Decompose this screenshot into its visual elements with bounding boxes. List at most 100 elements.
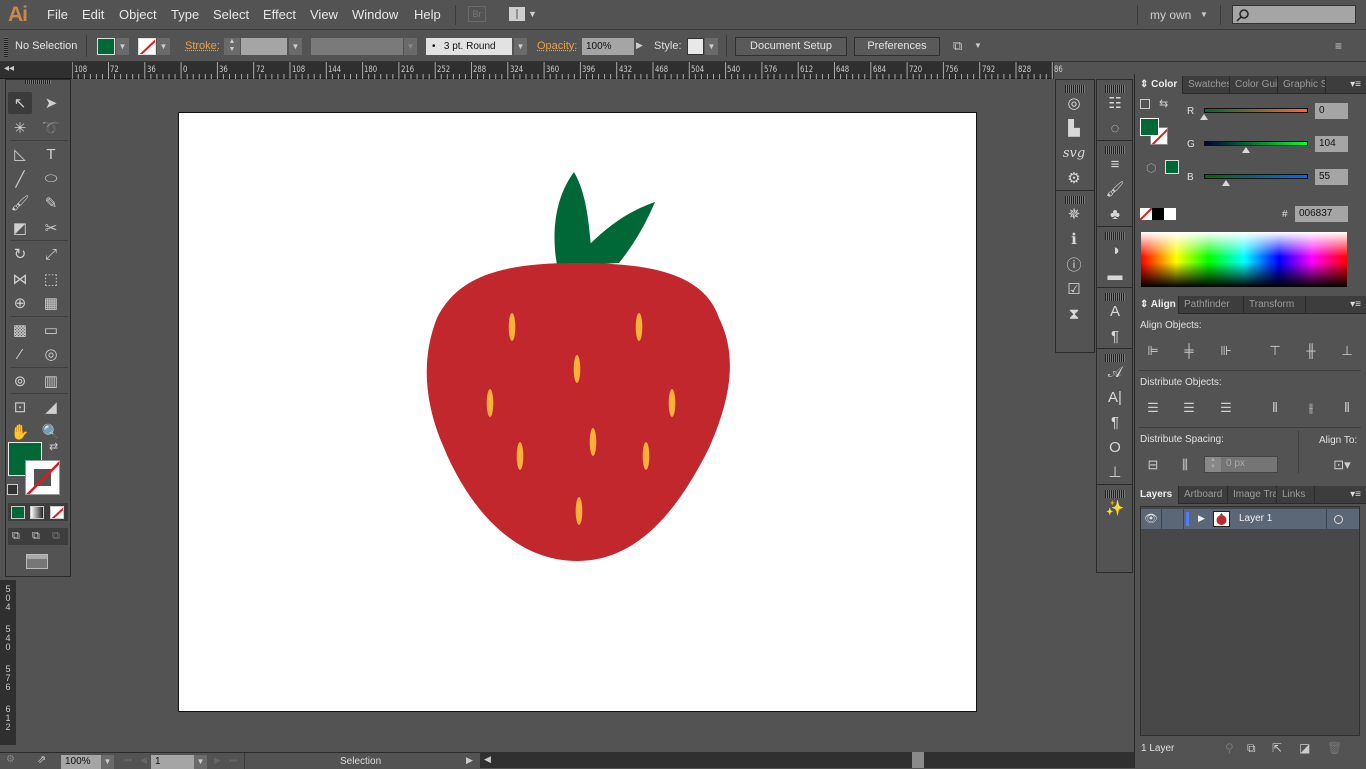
delete-layer-icon[interactable]: 🗑	[1327, 741, 1342, 755]
symbols-icon[interactable]: ♣	[1097, 201, 1133, 227]
ellipse-tool[interactable]: ⬭	[39, 168, 63, 190]
navigator-icon[interactable]: ✵	[1056, 201, 1092, 227]
pen-tool[interactable]: ◺	[8, 143, 32, 165]
variable-width-dropdown[interactable]: ▼	[404, 38, 417, 55]
distribute-top-icon[interactable]: ☰	[1145, 400, 1161, 416]
none-swatch[interactable]	[1140, 208, 1152, 220]
screen-mode-icon[interactable]	[26, 554, 48, 569]
vertical-align-top-icon[interactable]: ⊤	[1267, 343, 1283, 359]
share-icon[interactable]: ⇗	[37, 753, 46, 766]
type-tool[interactable]: T	[39, 143, 63, 165]
collapse-icon[interactable]: ◂◂	[4, 63, 14, 74]
tab-artboards[interactable]: Artboard	[1179, 486, 1228, 504]
stroke-weight-field[interactable]	[241, 38, 287, 55]
g-slider-thumb[interactable]	[1242, 147, 1251, 153]
menu-view[interactable]: View	[310, 7, 338, 22]
line-segment-tool[interactable]: ╱	[8, 168, 32, 190]
scroll-left-arrow-icon[interactable]: ◀	[484, 754, 491, 765]
eyedropper-tool[interactable]: ⁄	[8, 343, 32, 365]
distribute-left-icon[interactable]: ⫴	[1267, 400, 1283, 416]
transparency-icon[interactable]: ◑	[1097, 237, 1133, 263]
tab-transform[interactable]: Transform	[1244, 296, 1306, 314]
chevron-down-icon[interactable]: ▼	[974, 41, 982, 50]
scissors-tool[interactable]: ✂	[39, 217, 63, 239]
menu-select[interactable]: Select	[213, 7, 249, 22]
vertical-ruler[interactable]: 504 540 576 612	[0, 580, 16, 745]
artboard-number-field[interactable]: 1	[151, 755, 197, 769]
g-field[interactable]: 104	[1315, 136, 1348, 152]
zoom-dropdown[interactable]: ▼	[101, 755, 114, 769]
previous-artboard-icon[interactable]: ◀	[140, 755, 147, 766]
draw-behind-icon[interactable]: ⧉	[32, 530, 40, 543]
panel-menu-icon[interactable]: ▾≡	[1350, 489, 1361, 500]
actions-icon[interactable]: ⚙	[1056, 165, 1092, 191]
bridge-icon[interactable]: Br	[468, 6, 486, 22]
column-graph-tool[interactable]: ▥	[39, 370, 63, 392]
panel-grip[interactable]	[4, 37, 8, 57]
last-artboard-icon[interactable]: ⏭	[229, 755, 237, 766]
g-slider[interactable]	[1204, 141, 1308, 146]
brush-definition[interactable]: • 3 pt. Round	[426, 38, 512, 55]
lasso-tool[interactable]: ➰	[39, 117, 63, 139]
next-artboard-icon[interactable]: ▶	[214, 755, 221, 766]
vertical-align-center-icon[interactable]: ╫	[1303, 343, 1319, 359]
r-field[interactable]: 0	[1315, 103, 1348, 119]
horizontal-align-right-icon[interactable]: ⊪	[1218, 343, 1234, 359]
r-slider[interactable]	[1204, 108, 1308, 113]
draw-inside-icon[interactable]: ⧉	[52, 530, 60, 543]
paintbrush-tool[interactable]: 🖌	[8, 192, 32, 214]
visibility-eye-icon[interactable]: 👁	[1141, 509, 1162, 529]
hex-field[interactable]: 006837	[1295, 206, 1348, 222]
black-swatch[interactable]	[1152, 208, 1164, 220]
document-info-icon[interactable]: ⓘ	[1056, 251, 1092, 277]
artboard-tool[interactable]: ⊡	[8, 396, 32, 418]
slice-tool[interactable]: ◢	[39, 396, 63, 418]
shaper-tool[interactable]: ◩	[8, 217, 32, 239]
artboard[interactable]	[178, 112, 977, 712]
menu-window[interactable]: Window	[352, 7, 398, 22]
spacing-field[interactable]: ▲ ▼ 0 px	[1204, 456, 1278, 473]
brush-dropdown[interactable]: ▼	[514, 38, 527, 55]
gradient-mode-button[interactable]	[30, 506, 44, 519]
chevron-down-icon[interactable]: ▼	[528, 9, 537, 19]
perspective-grid-tool[interactable]: ▦	[39, 292, 63, 314]
stroke-weight-stepper[interactable]: ▲ ▼	[224, 38, 240, 55]
opentype-icon[interactable]: O	[1097, 434, 1133, 460]
current-tool-status[interactable]: Selection	[340, 756, 381, 767]
tab-image-trace[interactable]: Image Trace	[1228, 486, 1277, 504]
tab-graphic-styles[interactable]: Graphic Styles	[1278, 76, 1326, 94]
horizontal-distribute-space-icon[interactable]: ⫼	[1177, 457, 1193, 473]
mesh-tool[interactable]: ▩	[8, 319, 32, 341]
style-swatch[interactable]	[687, 38, 704, 55]
pencil-tool[interactable]: ✎	[39, 192, 63, 214]
locate-object-icon[interactable]: ⚲	[1225, 741, 1234, 755]
r-slider-thumb[interactable]	[1200, 114, 1208, 120]
isolate-icon[interactable]: ⧉	[953, 38, 962, 54]
menu-edit[interactable]: Edit	[82, 7, 104, 22]
tab-color-guide[interactable]: Color Guide	[1230, 76, 1278, 94]
hand-tool[interactable]: ✋	[8, 421, 32, 443]
appearance-icon[interactable]: ◎	[1056, 90, 1092, 116]
fill-dropdown[interactable]: ▼	[116, 38, 129, 55]
distribute-bottom-icon[interactable]: ☰	[1218, 400, 1234, 416]
opacity-field[interactable]: 100%	[582, 38, 634, 55]
out-of-gamut-icon[interactable]: ⬡	[1146, 161, 1156, 175]
horizontal-ruler[interactable]: ◂◂	[0, 62, 1054, 79]
svg-interactivity-icon[interactable]: svg	[1056, 140, 1092, 166]
default-fill-stroke-icon[interactable]	[1140, 99, 1150, 109]
gradient-tool[interactable]: ▭	[39, 319, 63, 341]
color-spectrum[interactable]	[1141, 232, 1347, 287]
panel-grip[interactable]	[25, 80, 51, 84]
image-trace-icon[interactable]: ✨	[1097, 495, 1133, 521]
first-artboard-icon[interactable]: ⏮	[124, 755, 132, 766]
vertical-distribute-space-icon[interactable]: ⊟	[1145, 457, 1161, 473]
fill-swatch[interactable]	[97, 38, 115, 55]
brushes-icon[interactable]: ≡	[1097, 151, 1133, 177]
none-mode-button[interactable]	[50, 506, 64, 519]
target-circle-icon[interactable]	[1334, 515, 1343, 524]
direct-selection-tool[interactable]: ➤	[39, 92, 63, 114]
draw-normal-icon[interactable]: ⧉	[12, 530, 20, 543]
attributes-icon[interactable]: ☑	[1056, 276, 1092, 302]
horizontal-align-left-icon[interactable]: ⊫	[1145, 343, 1161, 359]
opacity-label[interactable]: Opacity:	[537, 40, 577, 52]
